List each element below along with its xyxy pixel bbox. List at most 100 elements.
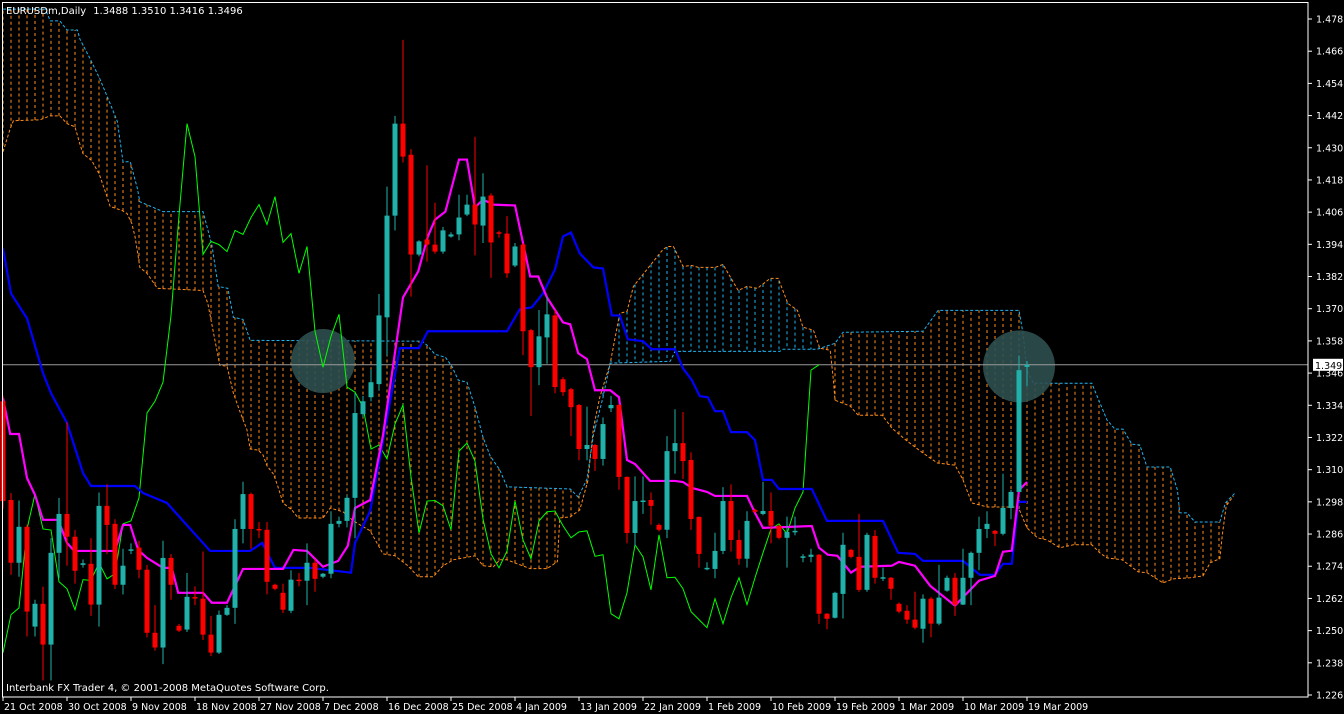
candle-body [96, 505, 102, 605]
bear-candle [656, 523, 662, 532]
candle-body [776, 525, 782, 538]
candle-body [800, 556, 806, 558]
bear-candle [952, 572, 958, 616]
bear-candle [208, 615, 214, 657]
candle-body [80, 563, 86, 565]
candle-body [936, 597, 942, 624]
candle-body [432, 244, 438, 252]
candle-body [480, 196, 486, 226]
candle-body [320, 573, 326, 577]
bull-candle [120, 548, 126, 595]
bull-candle [456, 194, 462, 241]
candle-body [576, 405, 582, 450]
bull-candle [184, 572, 190, 632]
candle-body [696, 516, 702, 554]
candle-body [296, 579, 302, 582]
bear-candle [624, 476, 630, 544]
candle-body [960, 577, 966, 605]
candle-body [760, 510, 766, 514]
highlight-circle [291, 329, 355, 394]
candle-body [656, 524, 662, 530]
candle-body [424, 239, 430, 245]
candle-body [232, 528, 238, 608]
bull-candle [480, 173, 486, 243]
bear-candle [520, 242, 526, 356]
x-tick-label: 30 Oct 2008 [68, 702, 127, 713]
bull-candle [368, 369, 374, 402]
candle-body [976, 528, 982, 553]
candle-body [568, 389, 574, 408]
bull-candle [128, 543, 134, 555]
bull-candle [920, 594, 926, 643]
bull-candle [384, 186, 390, 356]
y-tick-label: 1.2985 [1316, 497, 1344, 508]
candle-body [376, 315, 382, 385]
candle-body [40, 603, 46, 645]
bull-candle [1008, 489, 1014, 520]
symbol-label: EURUSDm,Daily [6, 6, 86, 17]
x-tick-label: 19 Feb 2009 [836, 702, 895, 713]
bear-candle [736, 530, 742, 565]
candle-body [672, 443, 678, 452]
candle-body [264, 529, 270, 582]
bear-candle [776, 524, 782, 540]
candle-body [560, 379, 566, 393]
candle-body [984, 523, 990, 529]
bull-candle [672, 409, 678, 474]
candle-body [600, 424, 606, 459]
price-chart[interactable]: 1.4785 1.4665 1.4545 1.4425 1.4305 1.4185 1.40… [0, 0, 1344, 714]
candle-body [496, 232, 502, 234]
bull-candle [944, 575, 950, 592]
bull-candle [336, 516, 342, 528]
candle-body [360, 401, 366, 415]
y-tick-label: 1.4665 [1316, 47, 1344, 58]
y-tick-label: 1.2865 [1316, 530, 1344, 541]
candle-body [72, 536, 78, 571]
bear-candle [408, 149, 414, 297]
candle-body [1016, 370, 1022, 492]
bear-candle [176, 623, 182, 632]
candle-body [272, 584, 278, 589]
x-tick-label: 13 Jan 2009 [580, 702, 637, 713]
candle-body [32, 603, 38, 627]
bear-candle [824, 613, 830, 630]
bear-candle [528, 328, 534, 417]
bear-candle [272, 583, 278, 591]
candle-body [928, 598, 934, 624]
x-tick-label: 21 Oct 2008 [4, 702, 63, 713]
candle-body [112, 523, 118, 585]
bull-candle [712, 532, 718, 579]
bear-candle [400, 39, 406, 163]
candle-body [136, 547, 142, 570]
bear-candle [112, 519, 118, 590]
candle-body [944, 577, 950, 591]
candle-body [192, 597, 198, 599]
bear-candle [576, 403, 582, 461]
bull-candle [160, 540, 166, 665]
time-axis[interactable]: 21 Oct 2008 30 Oct 2008 9 Nov 2008 18 Nov 2… [2, 697, 1088, 713]
candle-body [304, 562, 310, 581]
price-axis[interactable]: 1.4785 1.4665 1.4545 1.4425 1.4305 1.4185 1.40… [1308, 15, 1344, 702]
candle-body [464, 204, 470, 215]
bear-candle [248, 492, 254, 549]
bear-candle [648, 492, 654, 525]
x-tick-label: 16 Dec 2008 [388, 702, 449, 713]
candle-body [824, 613, 830, 619]
candle-body [616, 405, 622, 477]
bear-candle [552, 310, 558, 394]
ohlc-label: 1.3488 1.3510 1.3416 1.3496 [93, 6, 243, 17]
candle-body [624, 476, 630, 533]
bear-candle [888, 576, 894, 600]
candle-body [816, 554, 822, 614]
candle-body [968, 552, 974, 578]
candle-body [864, 534, 870, 590]
y-tick-label: 1.2745 [1316, 562, 1344, 573]
candle-body [16, 526, 22, 563]
bear-candle [768, 492, 774, 544]
bear-candle [192, 586, 198, 606]
bull-candle [664, 436, 670, 539]
candle-body [632, 501, 638, 533]
candle-body [992, 530, 998, 534]
bear-candle [896, 602, 902, 614]
bull-candle [240, 481, 246, 544]
